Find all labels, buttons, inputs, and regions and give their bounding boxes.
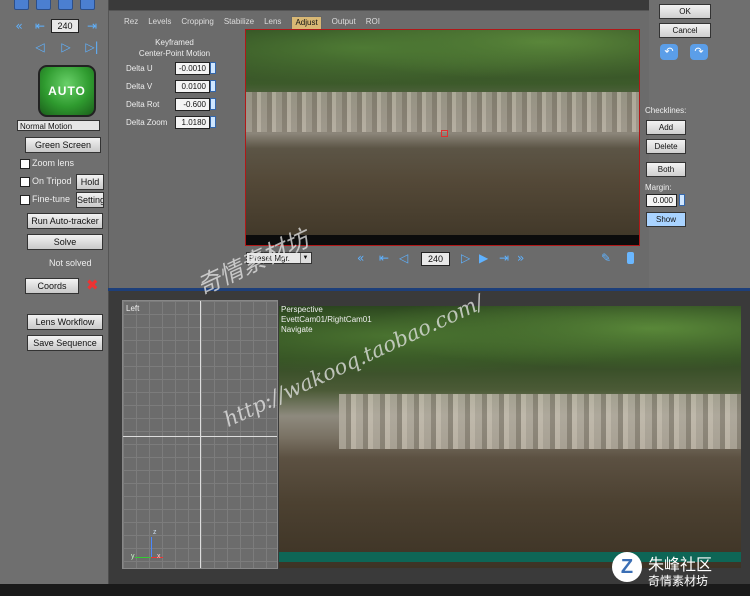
tab-lens[interactable]: Lens [264,16,281,30]
step-forward-icon[interactable]: ⇥ [85,19,99,33]
tab-output[interactable]: Output [332,16,356,30]
delta-v-spinner[interactable] [210,80,216,92]
motion-mode-select[interactable]: Normal Motion [17,120,100,131]
next-key-icon[interactable]: ▷| [85,40,99,54]
solve-button[interactable]: Solve [27,234,103,250]
corner-logo: Z 朱峰社区 奇情素材坊 [612,548,750,596]
clip-icon[interactable] [627,252,634,264]
step-forward-icon[interactable]: ⇥ [499,252,509,265]
delta-u-field[interactable]: -0.0010 [175,62,210,75]
persp-label-2: EvettCam01/RightCam01 [281,315,372,324]
axis-y-line [135,557,151,558]
open-icon[interactable] [36,0,51,10]
zoom-lens-checkbox[interactable] [20,159,30,169]
margin-spinner[interactable] [679,194,685,206]
delta-u-spinner[interactable] [210,62,216,74]
cancel-button[interactable]: Cancel [659,23,711,38]
green-screen-button[interactable]: Green Screen [25,137,101,153]
delta-u-label: Delta U [126,64,153,73]
shot-preview-image [245,29,640,246]
corner-logo-text-2: 奇情素材坊 [648,574,709,588]
tracker-marker [441,130,448,137]
section-title: Keyframed Center-Point Motion [137,37,212,59]
grid-axis-v [200,301,201,568]
fine-tune-label: Fine-tune [32,194,71,204]
add-checkline-button[interactable]: Add [646,120,686,135]
redo-icon[interactable]: ↷ [690,44,708,60]
delete-x-icon[interactable]: ✖ [86,277,99,293]
section-title-line-2: Center-Point Motion [138,49,211,58]
ok-button[interactable]: OK [659,4,711,19]
step-back-icon[interactable]: ⇤ [33,19,47,33]
tab-roi[interactable]: ROI [366,16,380,30]
lens-workflow-button[interactable]: Lens Workflow [27,314,103,330]
margin-label: Margin: [645,183,672,192]
axis-x-label: x [157,553,161,560]
left-viewport-label: Left [126,304,140,313]
play-icon[interactable]: ▶ [479,252,488,265]
preview-foliage [246,30,639,90]
zoom-lens-label: Zoom lens [32,158,75,168]
delta-rot-field[interactable]: -0.600 [175,98,210,111]
margin-field[interactable]: 0.000 [646,194,677,207]
next-frame-icon[interactable]: ▷ [461,252,470,265]
fine-tune-checkbox[interactable] [20,195,30,205]
axis-z-line [151,537,152,557]
delta-zoom-spinner[interactable] [210,116,216,128]
persp-label-1: Perspective [281,306,323,314]
axis-z-label: z [153,529,157,536]
delta-v-label: Delta V [126,82,153,91]
delta-v-field[interactable]: 0.0100 [175,80,210,93]
delta-zoom-label: Delta Zoom [126,118,168,127]
run-autotracker-button[interactable]: Run Auto-tracker [27,213,103,229]
hold-button[interactable]: Hold [76,174,104,190]
rewind-icon[interactable]: « [357,252,364,265]
undo-icon[interactable] [80,0,95,10]
frame-input[interactable]: 240 [51,19,79,33]
tab-rez[interactable]: Rez [124,16,138,30]
both-button[interactable]: Both [646,162,686,177]
right-panel: OK Cancel ↶ ↷ Checklines: Add Delete Bot… [645,0,750,290]
delta-rot-label: Delta Rot [126,100,160,109]
tab-stabilize[interactable]: Stabilize [224,16,254,30]
show-button[interactable]: Show [646,212,686,227]
tab-bar: Rez Levels Cropping Stabilize Lens Adjus… [124,16,380,30]
left-viewport[interactable]: Left z y x [122,300,278,569]
delete-checkline-button[interactable]: Delete [646,139,686,154]
logo-mark-icon: Z [612,552,642,582]
tab-adjust[interactable]: Adjust [291,16,322,30]
section-title-line-1: Keyframed [155,38,194,47]
fast-forward-icon[interactable]: » [517,252,524,265]
play-icon[interactable]: ▷ [59,40,73,54]
undo-icon[interactable]: ↶ [660,44,678,60]
axis-y-label: y [131,553,135,560]
save-icon[interactable] [58,0,73,10]
tab-levels[interactable]: Levels [148,16,171,30]
frame-input[interactable]: 240 [421,252,450,266]
save-sequence-button[interactable]: Save Sequence [27,335,103,351]
on-tripod-checkbox[interactable] [20,177,30,187]
settings-button[interactable]: Settings [76,192,104,208]
delta-zoom-field[interactable]: 1.0180 [175,116,210,129]
coords-button[interactable]: Coords [25,278,79,294]
checklines-label: Checklines: [645,106,687,115]
axis-gizmo: z y x [131,529,163,563]
solve-status: Not solved [49,258,92,268]
persp-stones [339,394,741,449]
delta-rot-spinner[interactable] [210,98,216,110]
persp-label-3: Navigate [281,325,313,334]
perspective-viewport[interactable]: Perspective EvettCam01/RightCam01 Naviga… [279,306,741,568]
prev-frame-icon[interactable]: ◁ [399,252,408,265]
prev-key-icon[interactable]: ◁ [33,40,47,54]
auto-button[interactable]: AUTO [38,65,96,117]
rewind-icon[interactable]: « [12,19,26,33]
tab-cropping[interactable]: Cropping [181,16,213,30]
left-panel: « ⇤ 240 ⇥ ◁ ▷ ▷| AUTO Normal Motion Gree… [0,0,109,596]
new-icon[interactable] [14,0,29,10]
wrench-icon[interactable]: ✎ [601,252,611,265]
preview-stones [246,92,639,132]
on-tripod-label: On Tripod [32,176,72,186]
step-back-icon[interactable]: ⇤ [379,252,389,265]
